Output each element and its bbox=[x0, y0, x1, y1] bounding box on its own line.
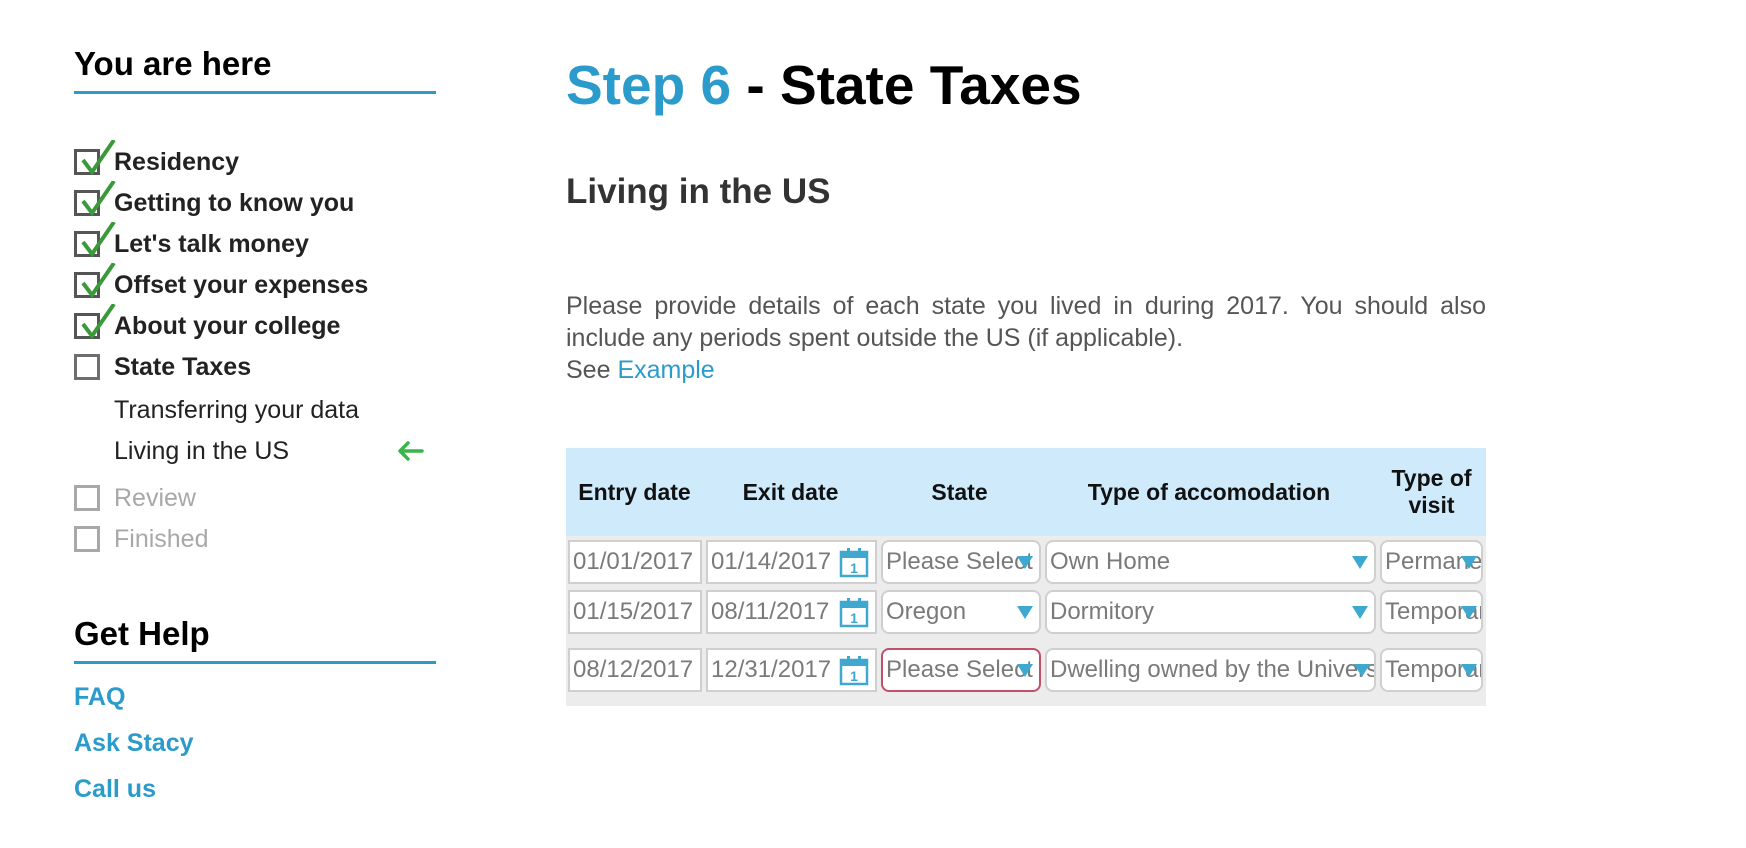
call-us-link[interactable]: Call us bbox=[74, 766, 436, 812]
title-step-number: Step 6 bbox=[566, 54, 732, 116]
residence-table: Entry date Exit date State Type of accom… bbox=[566, 448, 1486, 706]
see-prefix: See bbox=[566, 356, 618, 384]
step-residency: Residency bbox=[74, 140, 240, 182]
chevron-down-icon bbox=[1461, 606, 1477, 619]
checkmark-icon bbox=[81, 304, 116, 340]
checkbox-checked-icon bbox=[74, 222, 116, 258]
state-select-invalid[interactable]: Please Select bbox=[881, 648, 1041, 692]
accommodation-select[interactable]: Dwelling owned by the University bbox=[1045, 648, 1376, 692]
help-links: FAQ Ask Stacy Call us bbox=[74, 674, 436, 812]
title-text: - State Taxes bbox=[731, 54, 1082, 116]
checkmark-icon bbox=[81, 222, 116, 258]
help-heading: Get Help bbox=[74, 615, 210, 652]
state-select[interactable]: Please Select bbox=[881, 540, 1041, 584]
exit-date-value: 08/11/2017 bbox=[711, 598, 830, 625]
checkbox-disabled-icon bbox=[74, 485, 100, 511]
example-link[interactable]: Example bbox=[617, 356, 714, 384]
visit-type-select[interactable]: Permanent bbox=[1380, 540, 1483, 584]
checkbox-disabled-icon bbox=[74, 526, 100, 552]
arrow-left-icon bbox=[398, 441, 424, 461]
checkbox-checked-icon bbox=[74, 263, 116, 299]
header-exit-date: Exit date bbox=[742, 478, 839, 505]
step-lets-talk-money: Let's talk money bbox=[74, 222, 309, 264]
chevron-down-icon bbox=[1461, 664, 1477, 677]
checkbox-empty-icon bbox=[74, 354, 100, 380]
help-section: Get Help FAQ Ask Stacy Call us bbox=[74, 614, 436, 812]
accommodation-select-value: Dwelling owned by the University bbox=[1050, 656, 1376, 683]
entry-date-input[interactable]: 01/01/2017 bbox=[568, 540, 702, 584]
svg-text:1: 1 bbox=[850, 560, 858, 576]
checkmark-icon bbox=[81, 140, 116, 176]
step-offset-your-expenses: Offset your expenses bbox=[74, 263, 369, 305]
chevron-down-icon bbox=[1354, 664, 1370, 677]
step-label: About your college bbox=[114, 311, 341, 340]
instructions-text: Please provide details of each state you… bbox=[566, 292, 1486, 352]
section-title: Living in the US bbox=[566, 172, 831, 211]
calendar-icon[interactable]: 1 bbox=[839, 655, 869, 686]
accommodation-select[interactable]: Dormitory bbox=[1045, 590, 1376, 634]
header-visit-type: Type of visit bbox=[1391, 465, 1472, 518]
state-select-value: Please Select bbox=[886, 548, 1033, 575]
exit-date-input[interactable]: 01/14/2017 1 bbox=[706, 540, 877, 584]
chevron-down-icon bbox=[1017, 606, 1033, 619]
step-label: Getting to know you bbox=[114, 188, 355, 217]
step-label: Finished bbox=[114, 524, 209, 553]
visit-type-select[interactable]: Temporary bbox=[1380, 648, 1483, 692]
ask-stacy-link[interactable]: Ask Stacy bbox=[74, 720, 436, 766]
step-about-your-college: About your college bbox=[74, 304, 341, 346]
exit-date-input[interactable]: 08/11/2017 1 bbox=[706, 590, 877, 634]
chevron-down-icon bbox=[1461, 556, 1477, 569]
step-label: Offset your expenses bbox=[114, 270, 369, 299]
calendar-icon[interactable]: 1 bbox=[839, 547, 869, 578]
substep-transferring-data: Transferring your data bbox=[114, 396, 360, 424]
step-state-taxes: State Taxes bbox=[74, 347, 251, 387]
svg-text:1: 1 bbox=[850, 668, 858, 684]
chevron-down-icon bbox=[1017, 664, 1033, 677]
accommodation-select[interactable]: Own Home bbox=[1045, 540, 1376, 584]
accommodation-select-value: Own Home bbox=[1050, 548, 1171, 575]
step-label: State Taxes bbox=[114, 352, 252, 381]
table-header: Entry date Exit date State Type of accom… bbox=[566, 448, 1486, 536]
step-finished: Finished bbox=[74, 519, 209, 559]
entry-date-input[interactable]: 08/12/2017 bbox=[568, 648, 702, 692]
exit-date-input[interactable]: 12/31/2017 1 bbox=[706, 648, 877, 692]
header-entry-date: Entry date bbox=[578, 478, 691, 505]
faq-link[interactable]: FAQ bbox=[74, 674, 436, 720]
chevron-down-icon bbox=[1352, 556, 1368, 569]
step-review: Review bbox=[74, 478, 196, 518]
svg-text:1: 1 bbox=[850, 610, 858, 626]
substep-living-in-the-us: Living in the US bbox=[114, 437, 290, 465]
sidebar-divider bbox=[74, 91, 436, 94]
see-example-row: See Example bbox=[566, 354, 1486, 386]
exit-date-value: 01/14/2017 bbox=[711, 548, 832, 575]
checkbox-checked-icon bbox=[74, 304, 116, 340]
sidebar-heading: You are here bbox=[74, 45, 272, 82]
state-select[interactable]: Oregon bbox=[881, 590, 1041, 634]
exit-date-value: 12/31/2017 bbox=[711, 656, 832, 683]
help-divider bbox=[74, 661, 436, 664]
calendar-icon[interactable]: 1 bbox=[839, 597, 869, 628]
checkbox-checked-icon bbox=[74, 140, 116, 176]
accommodation-select-value: Dormitory bbox=[1050, 598, 1155, 625]
instructions: Please provide details of each state you… bbox=[566, 290, 1486, 386]
state-select-value: Please Select bbox=[886, 656, 1033, 683]
chevron-down-icon bbox=[1352, 606, 1368, 619]
state-select-value: Oregon bbox=[886, 598, 967, 625]
header-state: State bbox=[931, 478, 988, 505]
progress-sidebar: You are here Residency Getting to know y… bbox=[74, 44, 436, 803]
checkmark-icon bbox=[81, 263, 116, 299]
checkmark-icon bbox=[81, 181, 116, 217]
page-title: Step 6 - State Taxes bbox=[566, 52, 1082, 118]
chevron-down-icon bbox=[1017, 556, 1033, 569]
entry-date-input[interactable]: 01/15/2017 bbox=[568, 590, 702, 634]
checkbox-checked-icon bbox=[74, 181, 116, 217]
header-accommodation: Type of accomodation bbox=[1087, 478, 1331, 505]
step-label: Residency bbox=[114, 147, 240, 176]
step-label: Review bbox=[114, 483, 196, 512]
visit-type-select[interactable]: Temporary bbox=[1380, 590, 1483, 634]
step-getting-to-know-you: Getting to know you bbox=[74, 181, 355, 223]
step-label: Let's talk money bbox=[114, 229, 309, 258]
